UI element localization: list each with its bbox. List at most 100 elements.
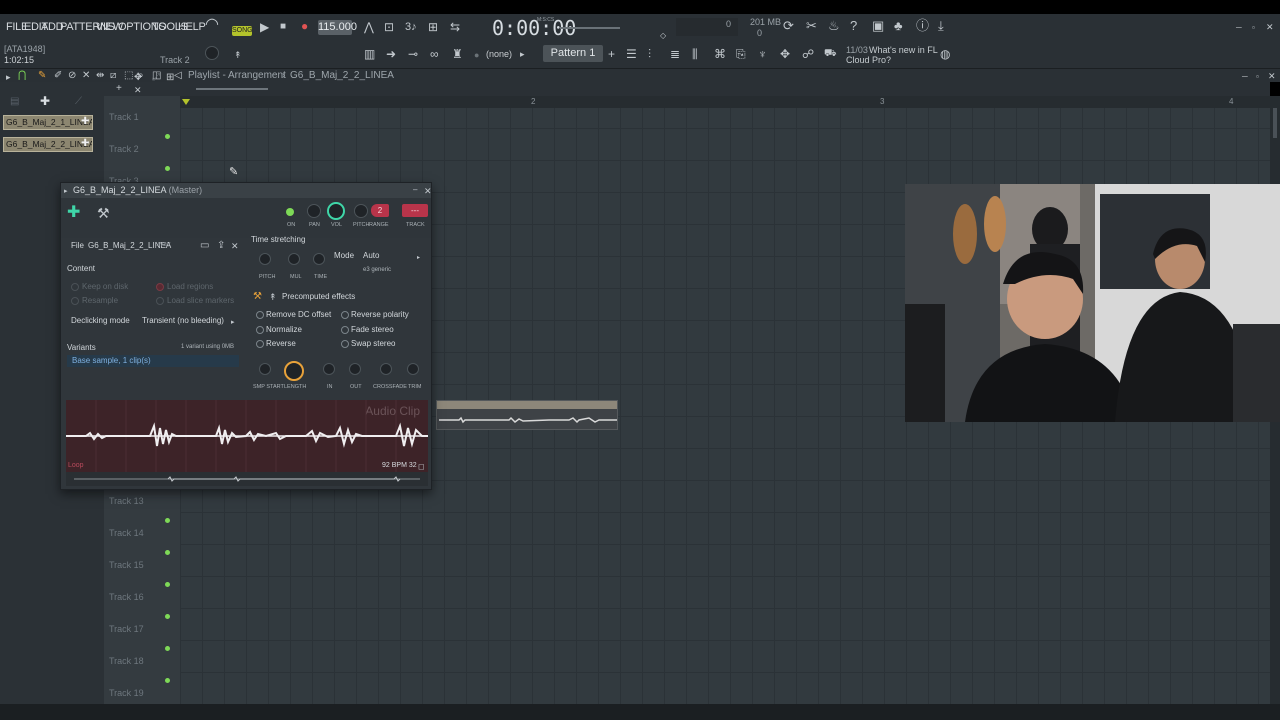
resample-radio[interactable]	[71, 297, 79, 305]
pitch-knob[interactable]	[354, 204, 368, 218]
mode-arrow-icon[interactable]: ▸	[417, 252, 420, 264]
microphone-icon[interactable]: ♨	[828, 19, 840, 32]
grid-icon[interactable]: ⊞	[166, 72, 174, 84]
pin-icon[interactable]: ↟	[269, 291, 277, 303]
close-icon[interactable]: ✕	[424, 185, 432, 197]
stamp-icon[interactable]: ♜	[452, 48, 463, 60]
arrangement-arrows-icon[interactable]: ◁	[174, 70, 182, 82]
variant-row[interactable]: Base sample, 1 clip(s)	[67, 355, 239, 367]
minimize-icon[interactable]: –	[413, 184, 417, 196]
save-file-icon[interactable]: ⇪	[217, 240, 225, 252]
download-icon[interactable]: ⤓	[938, 19, 944, 32]
load-slice-markers-radio[interactable]	[156, 297, 164, 305]
crossfade-knob[interactable]	[380, 363, 392, 375]
pan-knob[interactable]	[307, 204, 321, 218]
pin-icon[interactable]: ↟	[234, 49, 242, 61]
vscroll-thumb[interactable]	[1273, 108, 1277, 138]
stop-icon[interactable]: ■	[280, 21, 286, 33]
channel-rack-icon[interactable]: ⫼	[692, 48, 698, 60]
track-name[interactable]: Track 15	[109, 560, 144, 570]
master-volume-slider[interactable]	[560, 27, 620, 29]
folder-icon[interactable]: ▭	[200, 240, 209, 252]
minimize-window-icon[interactable]: ─	[1236, 22, 1242, 34]
cart-icon[interactable]: ⛟	[824, 48, 837, 60]
tempo-display[interactable]: 115.000	[318, 20, 357, 35]
keep-on-disk-radio[interactable]	[71, 283, 79, 291]
clip-list-item[interactable]: G6_B_Maj_2_1_LINEA	[3, 115, 93, 130]
browser-files-icon[interactable]: ⎘	[736, 48, 746, 60]
track-mute-led[interactable]	[165, 646, 170, 651]
audio-clips-icon[interactable]: ✚	[40, 95, 50, 107]
track-name[interactable]: Track 17	[109, 624, 144, 634]
declicking-arrow-icon[interactable]: ▸	[231, 317, 235, 329]
waveform-overview[interactable]	[66, 472, 428, 486]
link-icon[interactable]: ∞	[430, 48, 439, 60]
sample-start-knob[interactable]	[259, 363, 271, 375]
track-mute-led[interactable]	[165, 582, 170, 587]
pattern-list-icon[interactable]: ▤	[10, 96, 19, 108]
edison-icon[interactable]: ☍	[802, 48, 814, 60]
draw-tool-icon[interactable]: ✎	[38, 70, 46, 82]
help-icon[interactable]: ?	[850, 19, 857, 32]
news-line-2[interactable]: Cloud Pro?	[846, 55, 891, 65]
move-icon[interactable]: ✥	[134, 72, 142, 84]
clip-header[interactable]	[437, 401, 617, 409]
normalize-radio[interactable]	[256, 326, 264, 334]
metronome-icon[interactable]: ⋀	[364, 21, 374, 33]
step-sequencer-icon[interactable]: ⫶	[648, 48, 651, 60]
in-knob[interactable]	[323, 363, 335, 375]
plug-icon[interactable]: ♆	[758, 48, 767, 60]
remove-track-icon[interactable]: ✕	[134, 84, 142, 96]
fade-stereo-radio[interactable]	[341, 326, 349, 334]
track-name[interactable]: Track 16	[109, 592, 144, 602]
window-menu-icon[interactable]: ▸	[64, 186, 68, 198]
piano-roll-icon[interactable]: ▥	[364, 48, 375, 60]
sample-waveform-display[interactable]: Audio Clip Loop 92 BPM 32 ◻	[66, 400, 428, 472]
none-selector[interactable]: (none)	[486, 49, 512, 59]
vol-knob[interactable]	[327, 202, 345, 220]
track-mute-led[interactable]	[165, 166, 170, 171]
load-regions-radio[interactable]	[156, 283, 164, 291]
play-icon[interactable]: ▶	[260, 21, 269, 33]
out-knob[interactable]	[349, 363, 361, 375]
track-name[interactable]: Track 18	[109, 656, 144, 666]
mode-selector[interactable]: Auto	[363, 251, 379, 260]
track-mute-led[interactable]	[165, 550, 170, 555]
browser-icon[interactable]: ⊸	[408, 48, 418, 60]
reverse-polarity-radio[interactable]	[341, 311, 349, 319]
playlist-close-icon[interactable]: ✕	[1268, 70, 1276, 82]
save-icon[interactable]: ▣	[872, 19, 884, 32]
plugin-icon[interactable]: ♣	[894, 19, 903, 32]
stretch-pitch-knob[interactable]	[259, 253, 271, 265]
playhead-marker[interactable]	[182, 99, 190, 105]
stretch-time-knob[interactable]	[313, 253, 325, 265]
track-mute-led[interactable]	[165, 614, 170, 619]
stretch-mul-knob[interactable]	[288, 253, 300, 265]
track-name[interactable]: Track 14	[109, 528, 144, 538]
track-mute-led[interactable]	[165, 134, 170, 139]
loop-record-icon[interactable]: ⇆	[450, 21, 460, 33]
playlist-audio-clip[interactable]	[436, 400, 618, 430]
scroll-thumb[interactable]	[196, 88, 268, 90]
on-led[interactable]	[286, 208, 294, 216]
track-name[interactable]: Track 19	[109, 688, 144, 698]
declicking-selector[interactable]: Transient (no bleeding)	[142, 316, 224, 325]
close-window-icon[interactable]: ✕	[1266, 21, 1274, 33]
undo-history-icon[interactable]: ⟳	[783, 19, 794, 32]
wait-for-input-icon[interactable]: ⊡	[384, 21, 394, 33]
master-volume-knob[interactable]	[205, 46, 219, 60]
arrow-icon[interactable]: ➜	[386, 48, 396, 60]
playlist-scrollbar[interactable]	[180, 82, 1270, 96]
remove-dc-radio[interactable]	[256, 311, 264, 319]
info-icon[interactable]: ⓘ	[916, 19, 929, 32]
trim-knob[interactable]	[407, 363, 419, 375]
globe-icon[interactable]: ◍	[940, 48, 950, 60]
slice-tool-icon[interactable]: ⧄	[110, 70, 116, 82]
countdown-icon[interactable]: 3♪	[405, 21, 417, 33]
paint-tool-icon[interactable]: ✐	[54, 70, 62, 82]
maximize-window-icon[interactable]: ▫	[1252, 22, 1255, 34]
track-mute-led[interactable]	[165, 518, 170, 523]
mixer-icon[interactable]: ✂	[806, 19, 817, 32]
track-name[interactable]: Track 13	[109, 496, 144, 506]
waveform-icon[interactable]: ✚	[67, 205, 80, 221]
